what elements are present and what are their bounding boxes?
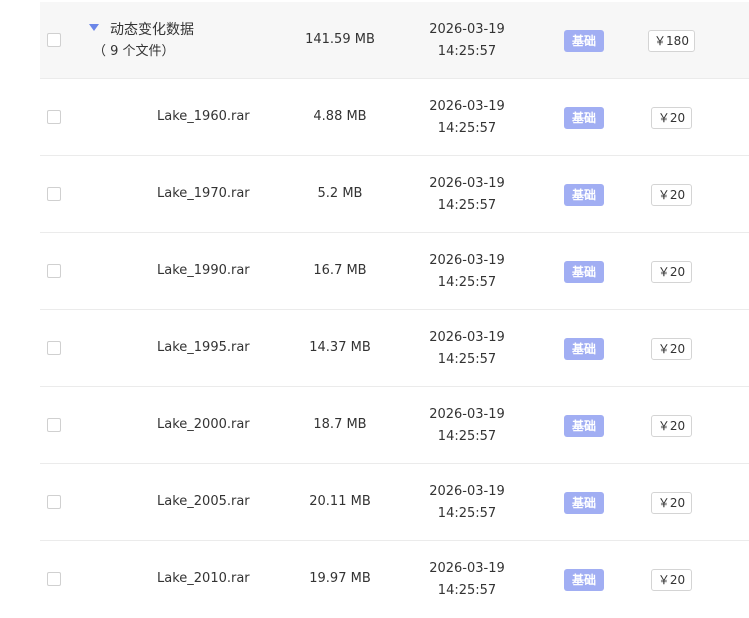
file-size: 18.7 MB (313, 417, 367, 432)
group-date: 2026-03-19 (429, 22, 505, 37)
file-tier-badge: 基础 (564, 184, 604, 206)
file-name: Lake_2000.rar (157, 417, 250, 432)
file-checkbox[interactable] (47, 418, 61, 432)
file-time: 14:25:57 (437, 583, 497, 598)
file-tier-badge: 基础 (564, 338, 604, 360)
file-checkbox[interactable] (47, 341, 61, 355)
file-datetime: 2026-03-19 14:25:57 (417, 558, 517, 602)
file-size: 20.11 MB (309, 494, 371, 509)
caret-down-icon[interactable] (89, 24, 99, 31)
file-datetime: 2026-03-19 14:25:57 (417, 173, 517, 217)
file-row[interactable]: Lake_2000.rar 18.7 MB 2026-03-19 14:25:5… (0, 387, 749, 464)
file-price-button[interactable]: ￥20 (651, 338, 692, 360)
file-checkbox[interactable] (47, 187, 61, 201)
file-name: Lake_1960.rar (157, 109, 250, 124)
file-price-button[interactable]: ￥20 (651, 184, 692, 206)
file-row[interactable]: Lake_1970.rar 5.2 MB 2026-03-19 14:25:57… (0, 156, 749, 233)
group-datetime: 2026-03-19 14:25:57 (417, 19, 517, 63)
file-tier-badge: 基础 (564, 569, 604, 591)
file-tier-badge: 基础 (564, 415, 604, 437)
file-size: 16.7 MB (313, 263, 367, 278)
file-tier-badge: 基础 (564, 107, 604, 129)
file-date: 2026-03-19 (429, 561, 505, 576)
file-price-button[interactable]: ￥20 (651, 107, 692, 129)
group-tier-badge: 基础 (564, 30, 604, 52)
file-date: 2026-03-19 (429, 330, 505, 345)
file-row[interactable]: Lake_2005.rar 20.11 MB 2026-03-19 14:25:… (0, 464, 749, 541)
file-name: Lake_1995.rar (157, 340, 250, 355)
file-time: 14:25:57 (437, 121, 497, 136)
file-size: 4.88 MB (313, 109, 367, 124)
file-time: 14:25:57 (437, 506, 497, 521)
file-time: 14:25:57 (437, 352, 497, 367)
file-name: Lake_2005.rar (157, 494, 250, 509)
file-checkbox[interactable] (47, 264, 61, 278)
group-time: 14:25:57 (437, 44, 497, 59)
file-datetime: 2026-03-19 14:25:57 (417, 96, 517, 140)
file-date: 2026-03-19 (429, 99, 505, 114)
file-checkbox[interactable] (47, 572, 61, 586)
group-checkbox[interactable] (47, 33, 61, 47)
group-toggle[interactable]: 动态变化数据 (89, 20, 194, 40)
group-row-background (40, 2, 749, 79)
file-name: Lake_2010.rar (157, 571, 250, 586)
file-date: 2026-03-19 (429, 407, 505, 422)
file-datetime: 2026-03-19 14:25:57 (417, 404, 517, 448)
file-date: 2026-03-19 (429, 253, 505, 268)
file-size: 5.2 MB (317, 186, 363, 201)
group-name: 动态变化数据 (110, 22, 194, 38)
file-time: 14:25:57 (437, 198, 497, 213)
file-tier-badge: 基础 (564, 261, 604, 283)
group-row[interactable]: 动态变化数据 （ 9 个文件） 141.59 MB 2026-03-19 14:… (0, 2, 749, 79)
file-row[interactable]: Lake_1995.rar 14.37 MB 2026-03-19 14:25:… (0, 310, 749, 387)
file-checkbox[interactable] (47, 110, 61, 124)
file-name: Lake_1990.rar (157, 263, 250, 278)
file-row[interactable]: Lake_2010.rar 19.97 MB 2026-03-19 14:25:… (0, 541, 749, 618)
file-size: 19.97 MB (309, 571, 371, 586)
file-time: 14:25:57 (437, 429, 497, 444)
file-size: 14.37 MB (309, 340, 371, 355)
file-date: 2026-03-19 (429, 484, 505, 499)
file-date: 2026-03-19 (429, 176, 505, 191)
group-file-count: （ 9 个文件） (93, 44, 175, 59)
file-row[interactable]: Lake_1960.rar 4.88 MB 2026-03-19 14:25:5… (0, 79, 749, 156)
file-price-button[interactable]: ￥20 (651, 569, 692, 591)
file-datetime: 2026-03-19 14:25:57 (417, 481, 517, 525)
group-size: 141.59 MB (305, 32, 375, 47)
file-name: Lake_1970.rar (157, 186, 250, 201)
file-price-button[interactable]: ￥20 (651, 415, 692, 437)
file-time: 14:25:57 (437, 275, 497, 290)
file-datetime: 2026-03-19 14:25:57 (417, 327, 517, 371)
file-datetime: 2026-03-19 14:25:57 (417, 250, 517, 294)
group-price-button[interactable]: ￥180 (648, 30, 695, 52)
file-tier-badge: 基础 (564, 492, 604, 514)
file-price-button[interactable]: ￥20 (651, 261, 692, 283)
file-row[interactable]: Lake_1990.rar 16.7 MB 2026-03-19 14:25:5… (0, 233, 749, 310)
file-checkbox[interactable] (47, 495, 61, 509)
file-price-button[interactable]: ￥20 (651, 492, 692, 514)
